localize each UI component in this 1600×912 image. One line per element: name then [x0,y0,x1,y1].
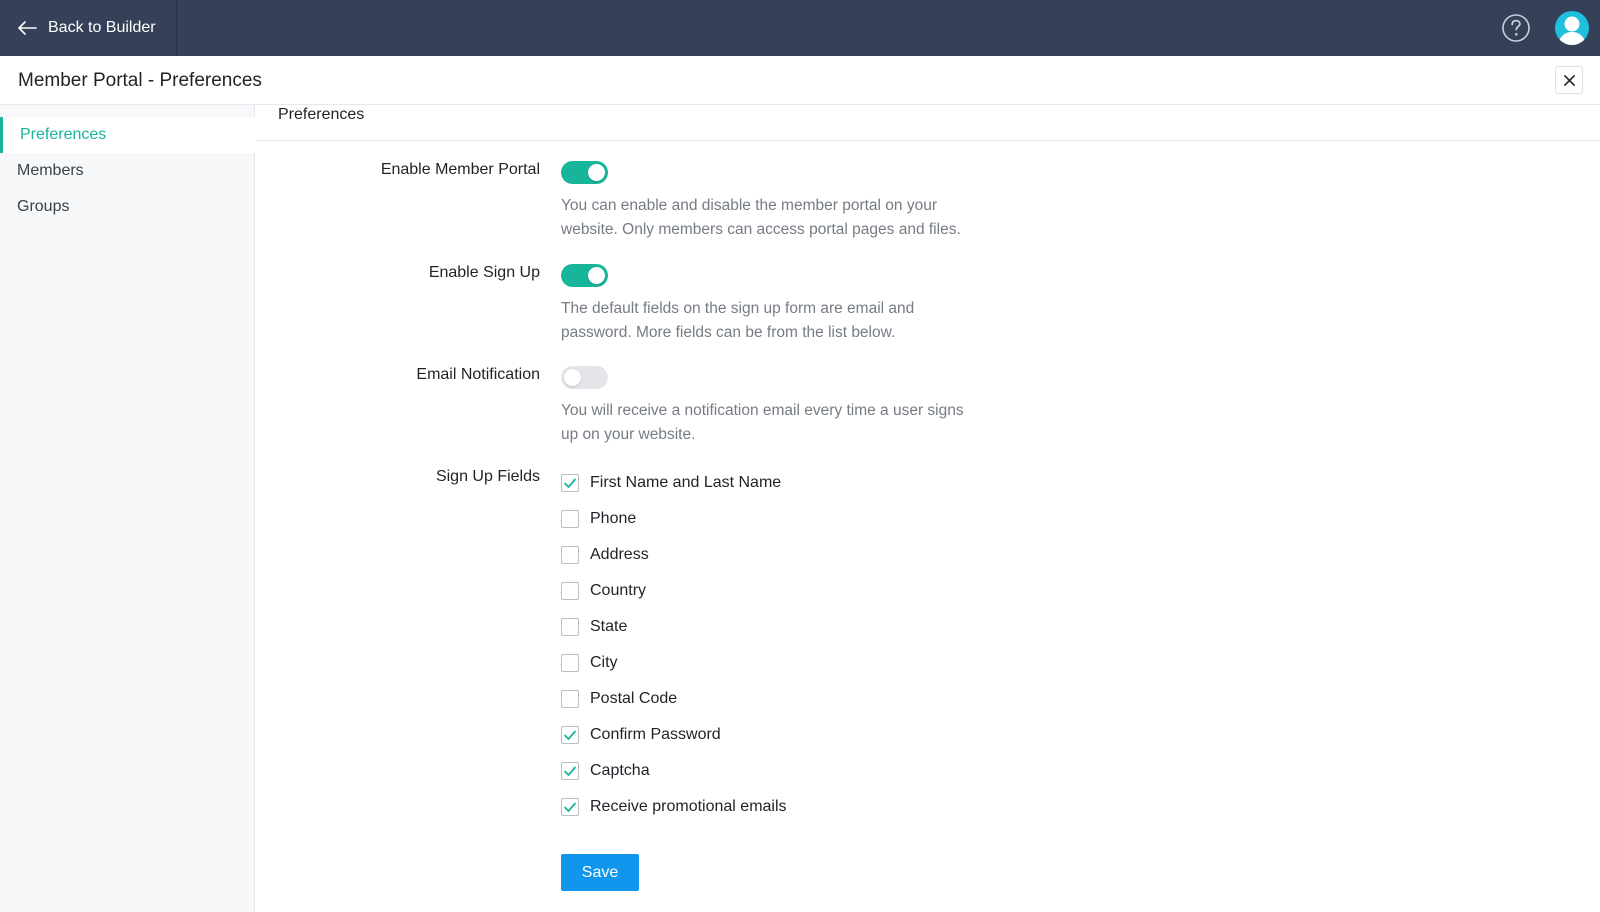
close-icon [1563,74,1575,86]
signup-field-captcha[interactable]: Captcha [561,759,650,783]
checkbox[interactable] [561,474,579,492]
checkmark-icon [564,802,576,812]
save-button[interactable]: Save [561,854,639,891]
email-notification-help: You will receive a notification email ev… [561,399,1001,447]
checkbox[interactable] [561,546,579,564]
help-line: You can enable and disable the member po… [561,197,937,214]
checkbox[interactable] [561,726,579,744]
checkbox-label: Confirm Password [590,726,721,743]
checkbox[interactable] [561,618,579,636]
close-button[interactable] [1555,66,1583,94]
email-notification-label: Email Notification [416,366,540,383]
page-header: Member Portal - Preferences [0,56,1600,105]
page-title: Member Portal - Preferences [18,70,262,91]
signup-field-city[interactable]: City [561,651,618,675]
enable-sign-up-toggle[interactable] [561,264,608,287]
enable-sign-up-help: The default fields on the sign up form a… [561,297,1001,345]
checkbox-label: Receive promotional emails [590,798,787,815]
sidebar-item-preferences[interactable]: Preferences [0,117,255,153]
signup-field-confirm-password[interactable]: Confirm Password [561,723,721,747]
checkbox-label: Address [590,546,649,563]
checkmark-icon [564,766,576,776]
checkbox[interactable] [561,582,579,600]
signup-field-state[interactable]: State [561,615,627,639]
toggle-knob [588,164,605,181]
signup-field-promotional-emails[interactable]: Receive promotional emails [561,795,787,819]
toggle-knob [564,369,581,386]
back-to-builder-button[interactable]: Back to Builder [0,0,177,56]
sidebar: Preferences Members Groups [0,105,255,912]
preferences-panel: Preferences Enable Member Portal You can… [256,105,1600,912]
checkbox[interactable] [561,654,579,672]
enable-member-portal-label: Enable Member Portal [380,161,540,178]
toggle-knob [588,267,605,284]
checkbox-label: City [590,654,618,671]
signup-field-address[interactable]: Address [561,543,649,567]
checkbox[interactable] [561,798,579,816]
sidebar-item-members[interactable]: Members [0,153,255,189]
user-avatar-icon[interactable] [1555,11,1589,45]
section-title: Preferences [278,106,365,123]
enable-member-portal-toggle[interactable] [561,161,608,184]
signup-field-postal-code[interactable]: Postal Code [561,687,677,711]
email-notification-toggle[interactable] [561,366,608,389]
arrow-left-icon [18,21,37,35]
checkbox-label: Phone [590,510,637,527]
help-line: website. Only members can access portal … [561,221,961,238]
checkbox[interactable] [561,762,579,780]
enable-member-portal-help: You can enable and disable the member po… [561,194,1001,242]
checkbox-label: Postal Code [590,690,678,707]
signup-field-country[interactable]: Country [561,579,646,603]
help-line: You will receive a notification email ev… [561,402,964,419]
sign-up-fields-label: Sign Up Fields [435,468,540,485]
checkbox-label: Country [590,582,647,599]
checkbox[interactable] [561,690,579,708]
checkbox[interactable] [561,510,579,528]
section-header: Preferences [256,105,1600,141]
back-to-builder-label: Back to Builder [48,19,156,36]
help-line: The default fields on the sign up form a… [561,300,915,317]
sidebar-item-groups[interactable]: Groups [0,189,255,225]
checkbox-label: First Name and Last Name [590,474,782,491]
question-circle-icon[interactable] [1501,13,1531,43]
top-navigation-bar: Back to Builder [0,0,1600,56]
help-line: password. More fields can be from the li… [561,324,896,341]
signup-field-first-last-name[interactable]: First Name and Last Name [561,471,781,495]
enable-sign-up-label: Enable Sign Up [428,264,540,281]
checkmark-icon [564,478,576,488]
signup-field-phone[interactable]: Phone [561,507,636,531]
checkbox-label: Captcha [590,762,650,779]
checkbox-label: State [590,618,628,635]
help-line: up on your website. [561,426,696,443]
checkmark-icon [564,730,576,740]
